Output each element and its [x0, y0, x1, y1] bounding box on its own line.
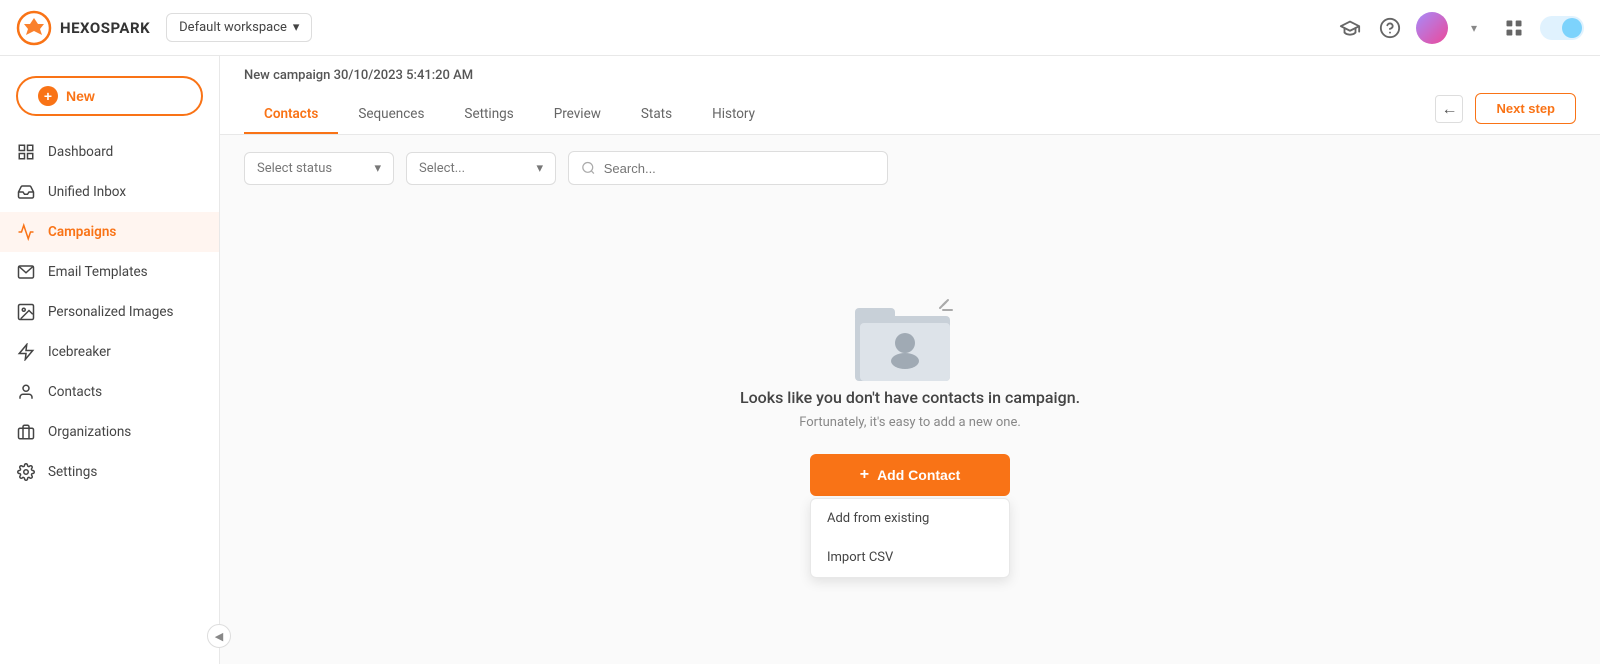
sidebar-item-unified-inbox[interactable]: Unified Inbox — [0, 172, 219, 212]
sidebar-item-campaigns[interactable]: Campaigns — [0, 212, 219, 252]
tab-sequences[interactable]: Sequences — [338, 96, 444, 134]
sidebar-item-contacts[interactable]: Contacts — [0, 372, 219, 412]
sidebar: + New Dashboard Unified Inbox Campaigns — [0, 56, 220, 664]
topbar: HEXOSPARK Default workspace ▾ ▾ — [0, 0, 1600, 56]
empty-folder-icon — [850, 288, 970, 388]
contacts-icon — [16, 382, 36, 402]
sidebar-item-dashboard[interactable]: Dashboard — [0, 132, 219, 172]
main-layout: + New Dashboard Unified Inbox Campaigns — [0, 56, 1600, 664]
next-step-button[interactable]: Next step — [1475, 93, 1576, 124]
graduation-cap-icon[interactable] — [1336, 14, 1364, 42]
campaign-title: New campaign 30/10/2023 5:41:20 AM — [244, 68, 1576, 83]
tab-settings[interactable]: Settings — [444, 96, 533, 134]
logo-icon — [16, 10, 52, 46]
new-button[interactable]: + New — [16, 76, 203, 116]
sidebar-item-icebreaker[interactable]: Icebreaker — [0, 332, 219, 372]
logo: HEXOSPARK — [16, 10, 150, 46]
back-button[interactable]: ← — [1435, 95, 1463, 123]
sidebar-item-settings[interactable]: Settings — [0, 452, 219, 492]
theme-toggle[interactable] — [1540, 16, 1584, 40]
filters-bar: Select status ▾ Select... ▾ — [220, 135, 1600, 201]
sidebar-item-personalized-images[interactable]: Personalized Images — [0, 292, 219, 332]
add-from-existing-item[interactable]: Add from existing — [811, 499, 1009, 538]
workspace-label: Default workspace — [179, 20, 287, 35]
campaign-header: New campaign 30/10/2023 5:41:20 AM Conta… — [220, 56, 1600, 135]
add-contact-wrapper: + Add Contact Add from existing Import C… — [810, 454, 1010, 578]
campaigns-icon — [16, 222, 36, 242]
chevron-down-icon: ▾ — [293, 20, 300, 35]
image-icon — [16, 302, 36, 322]
settings-icon — [16, 462, 36, 482]
tab-stats[interactable]: Stats — [621, 96, 692, 134]
help-icon[interactable] — [1376, 14, 1404, 42]
sidebar-label-icebreaker: Icebreaker — [48, 344, 111, 360]
sidebar-label-settings: Settings — [48, 464, 97, 480]
empty-subtitle: Fortunately, it's easy to add a new one. — [799, 415, 1021, 430]
search-box[interactable] — [568, 151, 888, 185]
inbox-icon — [16, 182, 36, 202]
tab-contacts[interactable]: Contacts — [244, 96, 338, 134]
campaign-tabs: Contacts Sequences Settings Preview Stat… — [244, 95, 775, 133]
icebreaker-icon — [16, 342, 36, 362]
chevron-down-icon: ▾ — [536, 161, 543, 176]
topbar-right: ▾ — [1336, 12, 1584, 44]
sidebar-label-email-templates: Email Templates — [48, 264, 148, 280]
chevron-down-icon: ▾ — [374, 161, 381, 176]
tab-preview[interactable]: Preview — [534, 96, 621, 134]
avatar[interactable] — [1416, 12, 1448, 44]
sidebar-label-personalized-images: Personalized Images — [48, 304, 173, 320]
sidebar-label-unified-inbox: Unified Inbox — [48, 184, 126, 200]
sidebar-item-organizations[interactable]: Organizations — [0, 412, 219, 452]
content-area: New campaign 30/10/2023 5:41:20 AM Conta… — [220, 56, 1600, 664]
tab-history[interactable]: History — [692, 96, 775, 134]
status-filter[interactable]: Select status ▾ — [244, 152, 394, 185]
import-csv-item[interactable]: Import CSV — [811, 538, 1009, 577]
secondary-filter[interactable]: Select... ▾ — [406, 152, 556, 185]
add-contact-label: Add Contact — [877, 467, 960, 483]
chevron-down-icon[interactable]: ▾ — [1460, 14, 1488, 42]
sidebar-label-contacts: Contacts — [48, 384, 102, 400]
sidebar-label-organizations: Organizations — [48, 424, 131, 440]
search-input[interactable] — [604, 161, 875, 176]
grid-icon[interactable] — [1500, 14, 1528, 42]
workspace-selector[interactable]: Default workspace ▾ — [166, 13, 312, 42]
empty-state: Looks like you don't have contacts in ca… — [220, 201, 1600, 664]
plus-icon: + — [860, 466, 869, 484]
add-contact-dropdown: Add from existing Import CSV — [810, 498, 1010, 578]
status-placeholder: Select status — [257, 161, 332, 176]
add-contact-button[interactable]: + Add Contact — [810, 454, 1010, 496]
plus-icon: + — [38, 86, 58, 106]
sidebar-label-dashboard: Dashboard — [48, 144, 113, 160]
email-icon — [16, 262, 36, 282]
empty-title: Looks like you don't have contacts in ca… — [740, 388, 1080, 407]
select-placeholder: Select... — [419, 161, 465, 176]
dashboard-icon — [16, 142, 36, 162]
sidebar-item-email-templates[interactable]: Email Templates — [0, 252, 219, 292]
search-icon — [581, 160, 596, 176]
new-button-label: New — [66, 88, 95, 104]
logo-text: HEXOSPARK — [60, 19, 150, 37]
sidebar-label-campaigns: Campaigns — [48, 224, 116, 240]
topbar-left: HEXOSPARK Default workspace ▾ — [16, 10, 312, 46]
organizations-icon — [16, 422, 36, 442]
tab-nav: ← Next step — [1435, 93, 1576, 134]
